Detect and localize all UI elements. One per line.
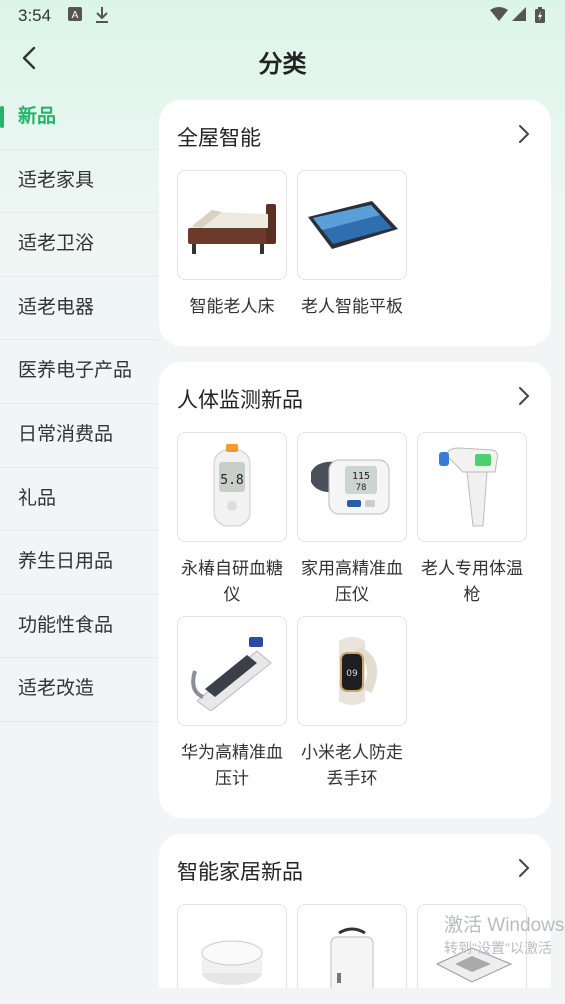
- sidebar-item-gifts[interactable]: 礼品: [0, 468, 158, 532]
- product-name: 老人智能平板: [301, 297, 403, 316]
- svg-text:115: 115: [352, 471, 370, 482]
- blood-pressure-monitor-icon: 115 78: [311, 459, 390, 515]
- product-name: 小米老人防走丢手环: [301, 743, 403, 788]
- product-image: 09: [297, 616, 407, 726]
- sidebar-item-functional-food[interactable]: 功能性食品: [0, 595, 158, 659]
- category-sidebar: 新品 适老家具 适老卫浴 适老电器 医养电子产品 日常消费品 礼品 养生日用品 …: [0, 86, 158, 722]
- sidebar-item-daily-consumables[interactable]: 日常消费品: [0, 404, 158, 468]
- product-name: 智能老人床: [189, 297, 275, 316]
- product-image: 115 78: [297, 432, 407, 542]
- product-image: [297, 904, 407, 988]
- cellular-signal-icon: [512, 7, 526, 21]
- chevron-right-icon[interactable]: [517, 858, 531, 878]
- product-name: 老人专用体温枪: [421, 559, 523, 604]
- product-image: [417, 432, 527, 542]
- sidebar-item-medical-electronics[interactable]: 医养电子产品: [0, 340, 158, 404]
- status-bar: 3:54 A: [0, 0, 565, 32]
- section-title: 全屋智能: [177, 127, 261, 150]
- svg-text:78: 78: [356, 483, 367, 493]
- chevron-right-icon[interactable]: [517, 386, 531, 406]
- section-header[interactable]: 人体监测新品: [159, 362, 551, 432]
- activate-windows-hint: 转到"设置"以激活: [444, 940, 552, 956]
- sidebar-item-elderly-bathroom[interactable]: 适老卫浴: [0, 213, 158, 277]
- product-item[interactable]: 老人智能平板: [297, 170, 407, 320]
- section-card: 全屋智能 智能老人床 老人智能平板: [159, 100, 551, 346]
- wifi-icon: [490, 7, 508, 21]
- bed-icon: [188, 204, 276, 254]
- round-device-icon: [201, 940, 263, 985]
- bp-watch-icon: [191, 637, 272, 711]
- sidebar-item-elderly-appliances[interactable]: 适老电器: [0, 277, 158, 341]
- product-item[interactable]: 老人专用体温枪: [417, 432, 527, 608]
- product-item[interactable]: 09 小米老人防走丢手环: [297, 616, 407, 792]
- svg-text:5.8: 5.8: [220, 473, 243, 488]
- thermometer-gun-icon: [439, 447, 498, 527]
- battery-icon: [535, 7, 545, 23]
- product-item[interactable]: 华为高精准血压计: [177, 616, 287, 792]
- section-title: 智能家居新品: [177, 861, 303, 884]
- product-name: 永椿自研血糖仪: [181, 559, 283, 604]
- notification-a-icon: A: [68, 7, 82, 21]
- activate-windows-watermark: 激活 Windows: [444, 915, 565, 936]
- product-item[interactable]: 5.8 永椿自研血糖仪: [177, 432, 287, 608]
- section-card: 人体监测新品 5.8 永椿自研血糖仪 115 78 家用高精准血压仪 老人专用体…: [159, 362, 551, 818]
- product-name: 华为高精准血压计: [181, 743, 283, 788]
- product-image: [177, 616, 287, 726]
- product-item[interactable]: 智能老人床: [177, 170, 287, 320]
- download-icon: [96, 7, 108, 23]
- status-time: 3:54: [18, 6, 52, 25]
- product-item[interactable]: 115 78 家用高精准血压仪: [297, 432, 407, 608]
- sidebar-item-elderly-renovation[interactable]: 适老改造: [0, 658, 158, 722]
- page-title: 分类: [258, 51, 307, 78]
- section-header[interactable]: 全屋智能: [159, 100, 551, 170]
- page-header: 分类: [0, 32, 565, 90]
- category-content: 全屋智能 智能老人床 老人智能平板 人体监测新品 5.8 永椿自研血糖仪 115…: [159, 100, 551, 988]
- product-name: 家用高精准血压仪: [301, 559, 403, 604]
- sidebar-item-wellness-goods[interactable]: 养生日用品: [0, 531, 158, 595]
- sidebar-item-elderly-furniture[interactable]: 适老家具: [0, 150, 158, 214]
- section-header[interactable]: 智能家居新品: [159, 834, 551, 904]
- sidebar-item-new[interactable]: 新品: [0, 86, 158, 150]
- glucose-meter-icon: 5.8: [213, 444, 251, 527]
- svg-text:A: A: [72, 10, 79, 21]
- product-image: 5.8: [177, 432, 287, 542]
- chevron-right-icon[interactable]: [517, 124, 531, 144]
- product-image: [177, 170, 287, 280]
- white-box-icon: [330, 927, 374, 988]
- tablet-icon: [308, 201, 398, 249]
- product-image: [177, 904, 287, 988]
- product-item[interactable]: [297, 904, 407, 988]
- product-image: [297, 170, 407, 280]
- product-item[interactable]: [177, 904, 287, 988]
- section-title: 人体监测新品: [177, 389, 303, 412]
- smart-band-icon: 09: [339, 637, 378, 705]
- svg-text:09: 09: [346, 669, 358, 679]
